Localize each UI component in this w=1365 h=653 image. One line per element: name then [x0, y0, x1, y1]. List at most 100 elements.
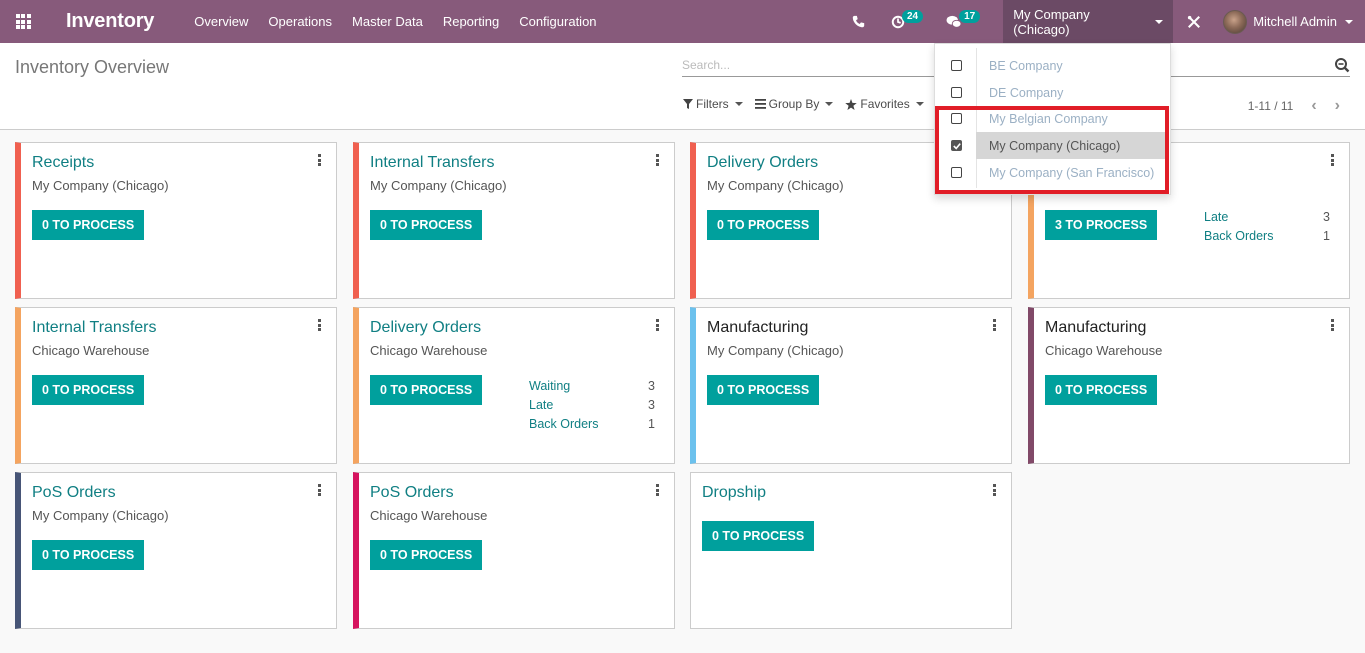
stat-row[interactable]: Late 3: [1204, 210, 1330, 229]
card-title[interactable]: PoS Orders: [32, 484, 116, 502]
card-subtitle: Chicago Warehouse: [32, 343, 150, 358]
pager-value[interactable]: 1-11 / 11: [1248, 99, 1294, 113]
stat-label[interactable]: Late: [1204, 210, 1228, 229]
kebab-menu-icon[interactable]: [318, 484, 322, 496]
kebab-menu-icon[interactable]: [656, 484, 660, 496]
operation-card[interactable]: Internal Transfers My Company (Chicago) 0 …: [353, 142, 675, 299]
to-process-button[interactable]: 0 TO PROCESS: [707, 375, 820, 405]
company-option-belgian[interactable]: My Belgian Company: [935, 105, 1170, 132]
kebab-menu-icon[interactable]: [318, 154, 322, 166]
operation-card[interactable]: Dropship 0 TO PROCESS: [690, 472, 1012, 629]
company-switcher[interactable]: My Company (Chicago): [1003, 0, 1174, 43]
checkbox[interactable]: [951, 87, 962, 98]
checkbox[interactable]: [951, 113, 962, 124]
company-option-label[interactable]: DE Company: [976, 79, 1165, 106]
kebab-menu-icon[interactable]: [993, 484, 997, 496]
card-title[interactable]: Dropship: [702, 484, 766, 502]
checkbox[interactable]: [951, 60, 962, 71]
favorites-button[interactable]: Favorites: [845, 97, 924, 111]
stat-row[interactable]: Late 3: [529, 398, 655, 417]
kebab-menu-icon[interactable]: [1331, 319, 1335, 331]
chevron-down-icon: [915, 102, 924, 106]
to-process-button[interactable]: 0 TO PROCESS: [32, 375, 145, 405]
operation-card[interactable]: PoS Orders My Company (Chicago) 0 TO PROCE…: [15, 472, 337, 629]
card-title[interactable]: Internal Transfers: [32, 319, 157, 337]
stat-row[interactable]: Back Orders 1: [1204, 229, 1330, 248]
operation-card[interactable]: Receipts My Company (Chicago) 0 TO PROCESS: [15, 142, 337, 299]
to-process-button[interactable]: 0 TO PROCESS: [32, 540, 145, 570]
stat-label[interactable]: Back Orders: [529, 417, 598, 436]
company-option-be[interactable]: BE Company: [935, 52, 1170, 79]
card-title[interactable]: Delivery Orders: [370, 319, 481, 337]
chevron-right-icon[interactable]: ›: [1335, 97, 1340, 115]
company-option-san-francisco[interactable]: My Company (San Francisco): [935, 159, 1170, 186]
group-by-button[interactable]: Group By: [754, 97, 834, 111]
to-process-button[interactable]: 0 TO PROCESS: [32, 210, 145, 240]
checkbox[interactable]: [951, 167, 962, 178]
avatar: [1223, 9, 1248, 34]
activity-button[interactable]: 24: [881, 0, 936, 43]
chevron-left-icon[interactable]: ‹: [1311, 97, 1316, 115]
menu-reporting[interactable]: Reporting: [433, 0, 509, 43]
app-title[interactable]: Inventory: [66, 10, 154, 33]
operation-card[interactable]: Internal Transfers Chicago Warehouse 0 TO …: [15, 307, 337, 464]
stat-label[interactable]: Waiting: [529, 379, 570, 398]
to-process-button[interactable]: 0 TO PROCESS: [370, 375, 483, 405]
to-process-button[interactable]: 0 TO PROCESS: [370, 540, 483, 570]
card-subtitle: Chicago Warehouse: [1045, 343, 1163, 358]
company-option-label[interactable]: BE Company: [976, 52, 1165, 79]
menu-configuration[interactable]: Configuration: [509, 0, 606, 43]
card-stats: Late 3 Back Orders 1: [1204, 210, 1330, 248]
to-process-button[interactable]: 3 TO PROCESS: [1045, 210, 1158, 240]
stat-label[interactable]: Back Orders: [1204, 229, 1273, 248]
card-title[interactable]: Manufacturing: [1045, 319, 1146, 337]
stat-value: 1: [648, 417, 655, 431]
kebab-menu-icon[interactable]: [656, 154, 660, 166]
to-process-button[interactable]: 0 TO PROCESS: [1045, 375, 1158, 405]
to-process-button[interactable]: 0 TO PROCESS: [707, 210, 820, 240]
to-process-button[interactable]: 0 TO PROCESS: [702, 521, 815, 551]
chevron-down-icon: [825, 102, 834, 106]
operation-card[interactable]: Manufacturing Chicago Warehouse 0 TO PROCE…: [1028, 307, 1350, 464]
messages-button[interactable]: 17: [936, 0, 993, 43]
apps-menu-icon[interactable]: [0, 0, 46, 43]
operation-card[interactable]: PoS Orders Chicago Warehouse 0 TO PROCESS: [353, 472, 675, 629]
company-option-label[interactable]: My Company (San Francisco): [976, 159, 1165, 186]
user-name: Mitchell Admin: [1253, 14, 1337, 29]
company-option-label[interactable]: My Company (Chicago): [976, 132, 1165, 159]
stat-row[interactable]: Back Orders 1: [529, 417, 655, 436]
card-title[interactable]: Internal Transfers: [370, 154, 495, 172]
kebab-menu-icon[interactable]: [1331, 154, 1335, 166]
tools-icon: [1188, 15, 1201, 28]
stat-label[interactable]: Late: [529, 398, 553, 417]
card-title[interactable]: Receipts: [32, 154, 94, 172]
card-title[interactable]: Delivery Orders: [707, 154, 818, 172]
operation-card[interactable]: Manufacturing My Company (Chicago) 0 TO PR…: [690, 307, 1012, 464]
company-option-de[interactable]: DE Company: [935, 79, 1170, 106]
kebab-menu-icon[interactable]: [993, 319, 997, 331]
company-option-label[interactable]: My Belgian Company: [976, 105, 1165, 132]
card-subtitle: Chicago Warehouse: [370, 508, 488, 523]
search-icon[interactable]: [1334, 57, 1350, 73]
menu-master-data[interactable]: Master Data: [342, 0, 433, 43]
user-menu[interactable]: Mitchell Admin: [1215, 9, 1365, 34]
activity-count-badge: 24: [901, 10, 924, 23]
menu-operations[interactable]: Operations: [258, 0, 342, 43]
filters-label: Filters: [696, 97, 729, 111]
messages-count-badge: 17: [959, 10, 981, 23]
operation-card[interactable]: Delivery Orders Chicago Warehouse 0 TO PRO…: [353, 307, 675, 464]
company-option-chicago[interactable]: My Company (Chicago): [935, 132, 1170, 159]
checkbox-checked[interactable]: [951, 140, 962, 151]
kebab-menu-icon[interactable]: [656, 319, 660, 331]
phone-button[interactable]: [842, 0, 875, 43]
card-title[interactable]: Manufacturing: [707, 319, 808, 337]
menu-overview[interactable]: Overview: [184, 0, 258, 43]
filters-button[interactable]: Filters: [683, 97, 743, 111]
current-company-label: My Company (Chicago): [1013, 6, 1090, 37]
stat-row[interactable]: Waiting 3: [529, 379, 655, 398]
debug-tools-button[interactable]: [1173, 0, 1215, 43]
top-navbar: Inventory Overview Operations Master Dat…: [0, 0, 1365, 43]
to-process-button[interactable]: 0 TO PROCESS: [370, 210, 483, 240]
kebab-menu-icon[interactable]: [318, 319, 322, 331]
card-title[interactable]: PoS Orders: [370, 484, 454, 502]
